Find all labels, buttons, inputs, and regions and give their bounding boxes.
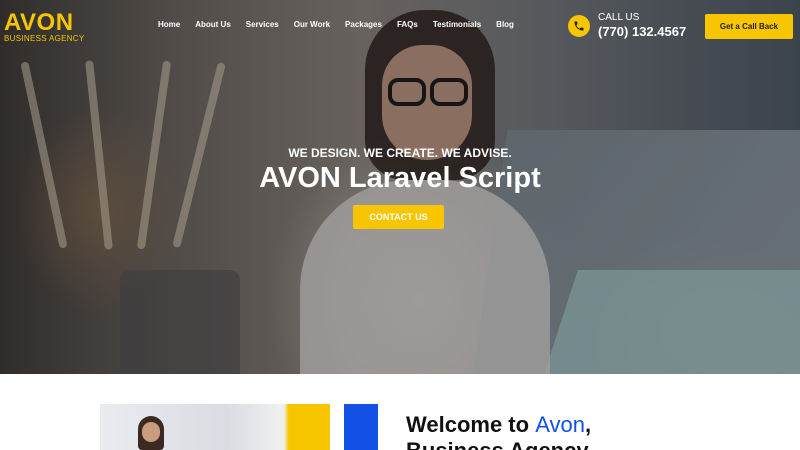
call-number[interactable]: (770) 132.4567 xyxy=(598,24,686,39)
phone-icon xyxy=(568,14,590,37)
blue-accent-bar xyxy=(344,404,378,450)
nav-item-faqs[interactable]: FAQs xyxy=(397,20,418,29)
welcome-line2: Business Agency xyxy=(406,438,589,450)
brand-name: AVON xyxy=(4,9,74,36)
hero-title: AVON Laravel Script xyxy=(259,162,541,194)
nav-item-packages[interactable]: Packages xyxy=(345,20,382,29)
nav-item-home[interactable]: Home xyxy=(158,20,180,29)
nav-item-testimonials[interactable]: Testimonials xyxy=(433,20,481,29)
welcome-heading: Welcome to Avon, Business Agency xyxy=(406,412,591,450)
about-person-face-shape xyxy=(142,422,160,442)
nav-item-services[interactable]: Services xyxy=(246,20,279,29)
call-us-block[interactable]: CALL US (770) 132.4567 xyxy=(568,12,686,39)
nav-item-blog[interactable]: Blog xyxy=(496,20,514,29)
main-nav: Home About Us Services Our Work Packages… xyxy=(158,20,529,29)
nav-item-about-us[interactable]: About Us xyxy=(195,20,231,29)
hero-section: AVON BUSINESS AGENCY Home About Us Servi… xyxy=(0,0,800,374)
contact-us-button[interactable]: CONTACT US xyxy=(353,205,444,229)
call-label: CALL US xyxy=(598,12,640,23)
brand-logo[interactable]: AVON BUSINESS AGENCY xyxy=(4,9,85,44)
welcome-prefix: Welcome to xyxy=(406,412,536,437)
brand-tagline: BUSINESS AGENCY xyxy=(4,34,85,43)
nav-item-our-work[interactable]: Our Work xyxy=(294,20,330,29)
hero-tagline: WE DESIGN. WE CREATE. WE ADVISE. xyxy=(288,146,512,160)
welcome-accent: Avon xyxy=(535,412,585,437)
get-call-back-button[interactable]: Get a Call Back xyxy=(705,14,793,39)
welcome-suffix: , xyxy=(584,412,592,437)
call-text: CALL US (770) 132.4567 xyxy=(598,12,686,39)
about-image xyxy=(100,404,330,450)
